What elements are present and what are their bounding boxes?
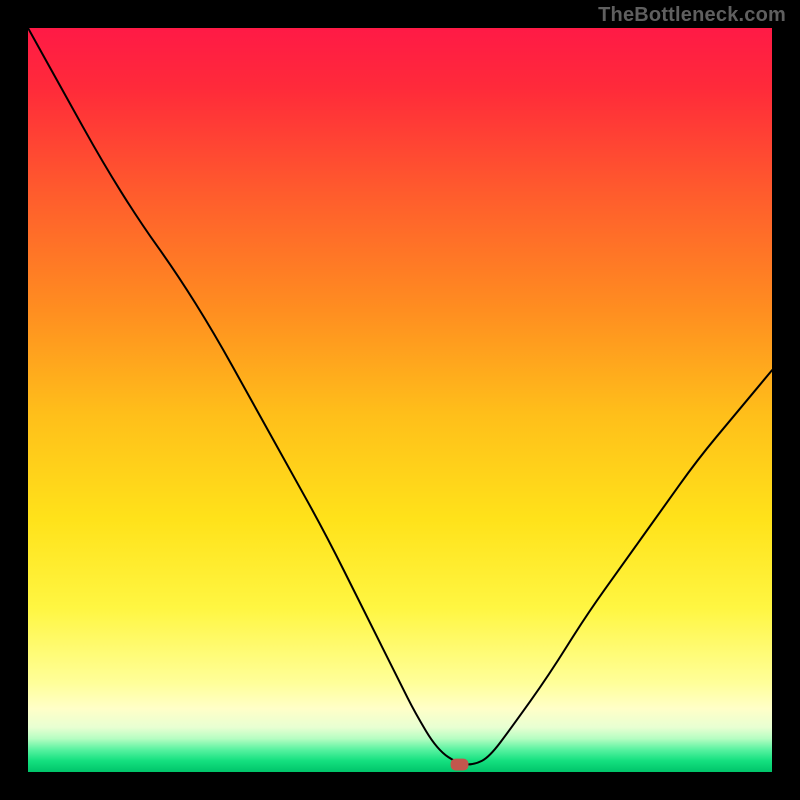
- bottleneck-chart: [28, 28, 772, 772]
- chart-svg: [28, 28, 772, 772]
- optimum-marker: [451, 759, 469, 771]
- watermark-text: TheBottleneck.com: [598, 4, 786, 27]
- chart-background: [28, 28, 772, 772]
